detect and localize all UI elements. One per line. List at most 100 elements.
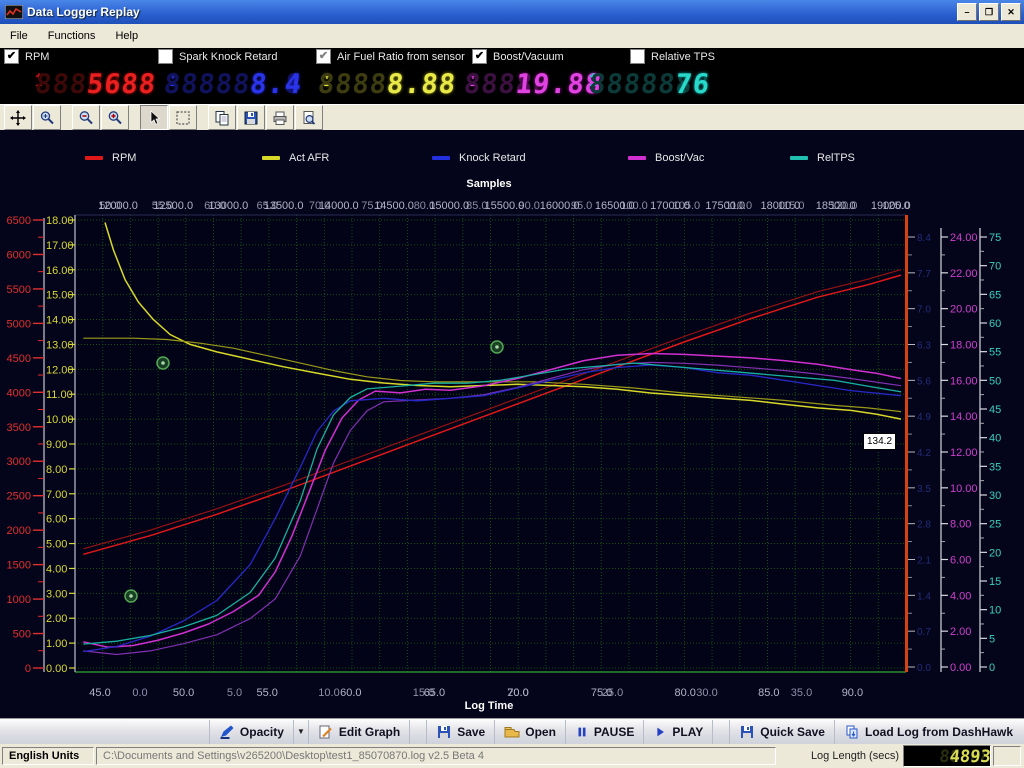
print-icon — [272, 110, 288, 126]
legend-knock-retard: Knock Retard — [432, 152, 526, 164]
select-region-icon — [175, 110, 191, 126]
knock-swatch — [432, 156, 450, 160]
svg-text:15000.0: 15000.0 — [429, 200, 469, 212]
minimize-button[interactable]: – — [957, 3, 977, 21]
legend-act-afr: Act AFR — [262, 152, 329, 164]
maximize-button[interactable]: ❐ — [979, 3, 999, 21]
svg-text:75: 75 — [989, 232, 1001, 244]
opacity-button[interactable]: Opacity — [209, 720, 293, 744]
copy-icon — [214, 110, 230, 126]
toggle-spark-knock-retard[interactable]: Spark Knock Retard — [158, 49, 277, 64]
pause-button[interactable]: PAUSE — [565, 720, 643, 744]
svg-text:20: 20 — [989, 547, 1001, 559]
replay-toolbar: Opacity ▼ Edit Graph Save Open — [0, 718, 1024, 744]
load-log-icon — [844, 724, 860, 740]
svg-text:15500.0: 15500.0 — [485, 200, 525, 212]
svg-text:10.00: 10.00 — [950, 483, 978, 495]
open-log-button[interactable]: Open — [494, 720, 565, 744]
select-region-button[interactable] — [169, 105, 197, 130]
svg-text:2500: 2500 — [7, 491, 31, 503]
samples-axis-labels: 50.055.060.065.070.075.080.085.090.095.0… — [98, 200, 911, 212]
units-indicator: English Units — [2, 747, 94, 765]
svg-text:3000: 3000 — [7, 456, 31, 468]
svg-text:5000: 5000 — [7, 318, 31, 330]
menu-functions[interactable]: Functions — [38, 26, 106, 46]
svg-text:8.00: 8.00 — [46, 464, 67, 476]
svg-text:17500.0: 17500.0 — [705, 200, 745, 212]
checkbox-air-fuel-ratio[interactable]: ✔ — [316, 49, 331, 64]
svg-text:50.0: 50.0 — [173, 687, 194, 699]
menu-file[interactable]: File — [0, 26, 38, 46]
play-button[interactable]: PLAY — [643, 720, 712, 744]
svg-text:8.4: 8.4 — [917, 233, 931, 244]
svg-text:45.0: 45.0 — [89, 687, 110, 699]
svg-text:90.0: 90.0 — [842, 687, 863, 699]
menu-help[interactable]: Help — [105, 26, 148, 46]
cursor-value-tooltip: 134.2 — [863, 433, 896, 450]
checkbox-boost-vacuum[interactable]: ✔ — [472, 49, 487, 64]
dynamic-zoom-button[interactable] — [33, 105, 61, 130]
app-logo-icon — [5, 5, 23, 19]
quick-save-button[interactable]: Quick Save — [729, 720, 834, 744]
zoom-in-button[interactable] — [101, 105, 129, 130]
status-bar: English Units C:\Documents and Settings\… — [0, 744, 1024, 768]
svg-text:0.00: 0.00 — [950, 662, 971, 674]
green-marker-2[interactable] — [491, 341, 503, 353]
svg-text:13.00: 13.00 — [46, 339, 74, 351]
opacity-brush-icon — [219, 724, 235, 740]
plot-area[interactable]: 6500600055005000450040003500300025002000… — [0, 130, 1024, 718]
svg-text:5.00: 5.00 — [46, 539, 67, 551]
svg-text:20.00: 20.00 — [950, 304, 978, 316]
afr-axis: 18.0017.0016.0015.0014.0013.0012.0011.00… — [46, 215, 75, 675]
svg-text:14500.0: 14500.0 — [374, 200, 414, 212]
svg-text:12.00: 12.00 — [46, 364, 74, 376]
print-preview-button[interactable] — [295, 105, 323, 130]
knock-axis-cursor-line: 8.47.77.06.35.64.94.23.52.82.11.40.70.0 — [907, 215, 932, 674]
boost-readout: +− 88888.8819.88 — [468, 69, 602, 101]
svg-text:16.00: 16.00 — [46, 265, 74, 277]
boost-axis: 24.0022.0020.0018.0016.0014.0012.0010.00… — [941, 228, 978, 674]
green-marker-1[interactable] — [157, 357, 169, 369]
close-button[interactable]: ✕ — [1001, 3, 1021, 21]
print-button[interactable] — [266, 105, 294, 130]
legend-rpm: RPM — [85, 152, 136, 164]
svg-text:3.00: 3.00 — [46, 588, 67, 600]
toggle-air-fuel-ratio[interactable]: ✔Air Fuel Ratio from sensor — [316, 49, 465, 64]
edit-graph-button[interactable]: Edit Graph — [308, 720, 409, 744]
svg-text:55: 55 — [989, 347, 1001, 359]
svg-text:13500.0: 13500.0 — [264, 200, 304, 212]
edit-graph-icon — [318, 724, 334, 740]
zoom-out-icon — [78, 110, 94, 126]
pan-button[interactable] — [4, 105, 32, 130]
svg-text:17.00: 17.00 — [46, 240, 74, 252]
svg-text:4.00: 4.00 — [46, 563, 67, 575]
save-log-button[interactable]: Save — [426, 720, 494, 744]
checkbox-spark-knock-retard[interactable] — [158, 49, 173, 64]
svg-text:30: 30 — [989, 490, 1001, 502]
svg-text:85.0: 85.0 — [758, 687, 779, 699]
pointer-button[interactable] — [140, 105, 168, 130]
load-log-dashhawk-button[interactable]: Load Log from DashHawk — [834, 720, 1022, 744]
svg-text:6000: 6000 — [7, 249, 31, 261]
svg-text:0.0: 0.0 — [917, 663, 931, 674]
save-icon — [243, 110, 259, 126]
opacity-dropdown-arrow[interactable]: ▼ — [293, 720, 308, 744]
save-button[interactable] — [237, 105, 265, 130]
green-marker-3[interactable] — [125, 590, 137, 602]
svg-text:75.0: 75.0 — [591, 687, 612, 699]
samples-axis-title: Samples — [429, 178, 549, 190]
toggle-relative-tps[interactable]: Relative TPS — [630, 49, 715, 64]
legend-boost-vac: Boost/Vac — [628, 152, 704, 164]
checkbox-relative-tps[interactable] — [630, 49, 645, 64]
svg-text:2000: 2000 — [7, 525, 31, 537]
toggle-boost-vacuum[interactable]: ✔Boost/Vacuum — [472, 49, 564, 64]
svg-text:30.0: 30.0 — [696, 687, 717, 699]
svg-text:25: 25 — [989, 519, 1001, 531]
toggle-rpm[interactable]: ✔RPM — [4, 49, 49, 64]
pause-icon — [575, 725, 589, 739]
svg-text:40: 40 — [989, 433, 1001, 445]
checkbox-rpm[interactable]: ✔ — [4, 49, 19, 64]
copy-button[interactable] — [208, 105, 236, 130]
svg-text:0: 0 — [989, 662, 995, 674]
zoom-out-button[interactable] — [72, 105, 100, 130]
